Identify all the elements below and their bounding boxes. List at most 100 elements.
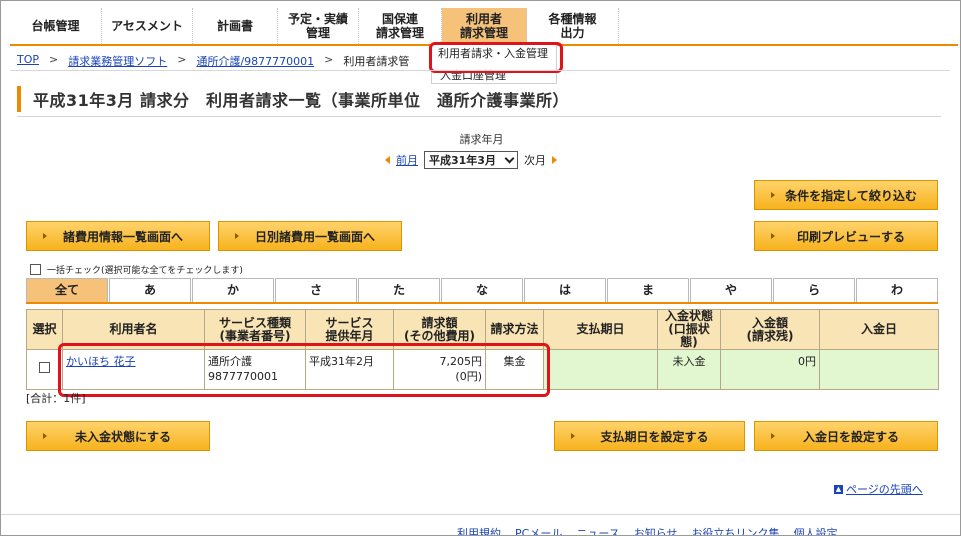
tab-ha[interactable]: は <box>524 278 606 302</box>
page-top-link[interactable]: ページの先頭へ <box>846 481 923 497</box>
daily-fees-button[interactable]: 日別諸費用一覧画面へ <box>218 221 402 251</box>
col-billing-amount: 請求額 (その他費用) <box>393 309 486 350</box>
footer-divider <box>1 514 960 515</box>
user-billing-dropdown: 利用者請求・入金管理 入金口座管理 <box>431 44 557 84</box>
user-name-cell: かいほち 花子 <box>62 349 205 390</box>
col-user-name: 利用者名 <box>62 309 205 350</box>
payment-date-cell[interactable] <box>819 349 939 390</box>
footer-link-personal-settings[interactable]: 個人設定 <box>794 525 838 535</box>
footer-link-useful-links[interactable]: お役立ちリンク集 <box>692 525 780 535</box>
service-cell: 通所介護 9877770001 <box>204 349 306 390</box>
nav-plan[interactable]: 計画書 <box>193 8 278 44</box>
service-month-cell: 平成31年2月 <box>305 349 394 390</box>
breadcrumb-separator: > <box>49 53 59 66</box>
check-all-checkbox[interactable] <box>30 264 41 275</box>
row-checkbox[interactable] <box>39 362 50 373</box>
month-selector: 前月 平成31年3月 次月 <box>385 151 557 169</box>
prev-month-link[interactable]: 前月 <box>396 152 418 168</box>
col-service-month: サービス 提供年月 <box>305 309 394 350</box>
billing-table: 選択 利用者名 サービス種類 (事業者番号) サービス 提供年月 請求額 (その… <box>26 309 939 390</box>
arrow-up-icon: ▲ <box>834 484 843 494</box>
dropdown-item-billing-payment[interactable]: 利用者請求・入金管理 <box>432 45 556 63</box>
footer-links: 利用規約 PCメール ニュース お知らせ お役立ちリンク集 個人設定 <box>457 525 838 535</box>
daily-fees-button-label: 日別諸費用一覧画面へ <box>254 229 375 244</box>
col-payment-date: 入金日 <box>819 309 939 350</box>
filter-button[interactable]: 条件を指定して絞り込む <box>754 180 938 210</box>
payment-status-cell: 未入金 <box>657 349 721 390</box>
payment-due-cell[interactable] <box>543 349 658 390</box>
next-arrow-icon <box>551 156 557 164</box>
check-all-row: 一括チェック(選択可能な全てをチェックします) <box>30 263 243 276</box>
tab-all[interactable]: 全て <box>26 278 108 302</box>
month-select-value: 平成31年3月 <box>429 154 496 167</box>
other-fees: (0円) <box>455 370 482 383</box>
total-count: [合計：1件] <box>26 392 86 405</box>
col-payment-status: 入金状態 (口振状態) <box>657 309 721 350</box>
print-preview-button[interactable]: 印刷プレビューする <box>754 221 938 251</box>
print-preview-button-label: 印刷プレビューする <box>796 229 905 244</box>
billing-amount: 7,205円 <box>439 355 483 368</box>
set-payment-due-button[interactable]: 支払期日を設定する <box>554 421 745 451</box>
app-window: 台帳管理 アセスメント 計画書 予定・実績 管理 国保連 請求管理 利用者 請求… <box>0 0 961 536</box>
tab-na[interactable]: な <box>441 278 523 302</box>
kana-tabs: 全て あ か さ た な は ま や ら わ <box>26 278 938 304</box>
month-select[interactable]: 平成31年3月 <box>424 151 518 169</box>
billing-method-cell: 集金 <box>485 349 544 390</box>
breadcrumb-separator: > <box>177 53 187 66</box>
footer-link-pc-mail[interactable]: PCメール <box>515 525 562 535</box>
breadcrumb: TOP > 請求業務管理ソフト > 通所介護/9877770001 > 利用者請… <box>17 53 409 68</box>
misc-fees-button-label: 諸費用情報一覧画面へ <box>62 229 183 244</box>
nav-ledger[interactable]: 台帳管理 <box>10 8 102 44</box>
tab-wa[interactable]: わ <box>856 278 938 302</box>
footer-link-notices[interactable]: お知らせ <box>634 525 678 535</box>
set-unpaid-button[interactable]: 未入金状態にする <box>26 421 210 451</box>
col-billing-method: 請求方法 <box>485 309 544 350</box>
tab-sa[interactable]: さ <box>275 278 357 302</box>
row-select-cell <box>26 349 63 390</box>
breadcrumb-office-link[interactable]: 通所介護/9877770001 <box>196 53 314 68</box>
footer-link-news[interactable]: ニュース <box>576 525 619 535</box>
service-type: 通所介護 <box>208 355 252 368</box>
set-unpaid-button-label: 未入金状態にする <box>74 429 172 444</box>
chevron-down-icon <box>504 153 515 163</box>
page-title-bar: 平成31年3月 請求分 利用者請求一覧（事業所単位 通所介護事業所） <box>17 81 941 117</box>
tab-ra[interactable]: ら <box>773 278 855 302</box>
prev-arrow-icon <box>385 156 390 164</box>
page-top: ▲ ページの先頭へ <box>834 481 923 497</box>
tab-a[interactable]: あ <box>109 278 191 302</box>
nav-assessment[interactable]: アセスメント <box>102 8 193 44</box>
breadcrumb-billing-software-link[interactable]: 請求業務管理ソフト <box>68 53 167 68</box>
next-month-label[interactable]: 次月 <box>524 152 546 168</box>
misc-fees-button[interactable]: 諸費用情報一覧画面へ <box>26 221 210 251</box>
filter-button-label: 条件を指定して絞り込む <box>785 188 917 203</box>
check-all-label: 一括チェック(選択可能な全てをチェックします) <box>47 266 243 276</box>
user-name-link[interactable]: かいほち 花子 <box>66 355 136 368</box>
tab-ma[interactable]: ま <box>607 278 689 302</box>
set-deposit-date-button[interactable]: 入金日を設定する <box>754 421 938 451</box>
divider <box>10 70 950 71</box>
main-nav: 台帳管理 アセスメント 計画書 予定・実績 管理 国保連 請求管理 利用者 請求… <box>10 8 958 46</box>
breadcrumb-top-link[interactable]: TOP <box>17 53 39 67</box>
office-number: 9877770001 <box>208 370 278 383</box>
nav-output[interactable]: 各種情報 出力 <box>527 8 619 44</box>
col-paid-amount: 入金額 (請求残) <box>720 309 820 350</box>
set-deposit-date-button-label: 入金日を設定する <box>802 429 899 444</box>
nav-national-billing[interactable]: 国保連 請求管理 <box>359 8 442 44</box>
billing-month-label: 請求年月 <box>459 133 504 146</box>
table-row: かいほち 花子 通所介護 9877770001 平成31年2月 7,205円 (… <box>26 349 939 390</box>
tab-ya[interactable]: や <box>690 278 772 302</box>
tab-ka[interactable]: か <box>192 278 274 302</box>
breadcrumb-separator: > <box>324 53 334 66</box>
col-service-type: サービス種類 (事業者番号) <box>204 309 306 350</box>
page-title: 平成31年3月 請求分 利用者請求一覧（事業所単位 通所介護事業所） <box>33 90 569 110</box>
nav-schedule[interactable]: 予定・実績 管理 <box>278 8 359 44</box>
tab-ta[interactable]: た <box>358 278 440 302</box>
set-payment-due-button-label: 支払期日を設定する <box>600 429 709 444</box>
table-header-row: 選択 利用者名 サービス種類 (事業者番号) サービス 提供年月 請求額 (その… <box>26 309 939 350</box>
paid-amount-cell: 0円 <box>720 349 820 390</box>
col-payment-due: 支払期日 <box>543 309 658 350</box>
title-accent-bar <box>17 85 21 112</box>
footer-link-terms[interactable]: 利用規約 <box>457 525 501 535</box>
nav-user-billing[interactable]: 利用者 請求管理 <box>442 8 527 44</box>
